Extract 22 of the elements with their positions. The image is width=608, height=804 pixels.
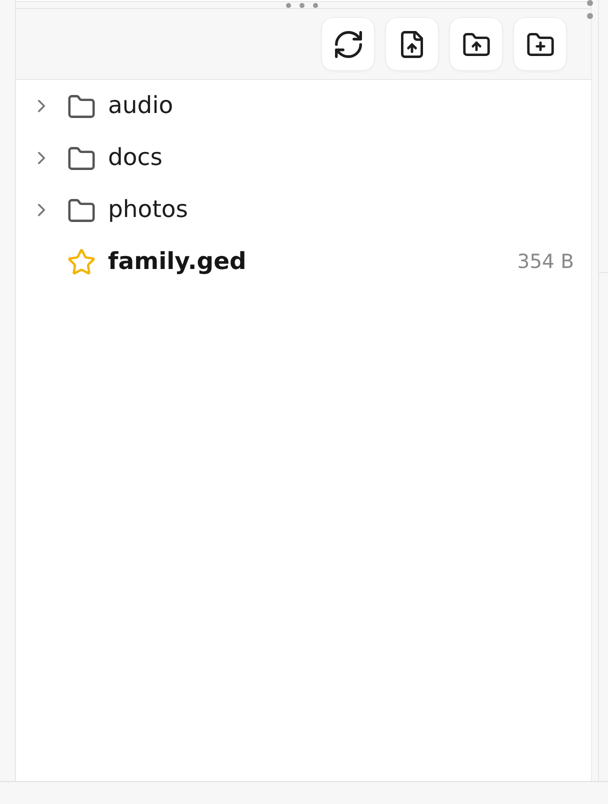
refresh-button[interactable] [321,17,375,71]
folder-plus-icon [526,32,554,56]
file-size: 354 B [517,249,574,276]
folder-name[interactable]: docs [108,140,162,176]
upload-file-button[interactable] [385,17,439,71]
folder-upload-icon [462,32,490,56]
folder-icon [68,198,95,222]
folder-icon [68,94,95,118]
folder-name[interactable]: audio [108,88,174,124]
folder-icon [68,146,95,170]
new-folder-button[interactable] [513,17,567,71]
file-upload-icon [401,30,423,58]
file-name[interactable]: family.ged [108,244,246,280]
chevron-right-icon[interactable] [37,151,46,165]
upload-folder-button[interactable] [449,17,503,71]
refresh-icon [334,30,362,58]
chevron-right-icon[interactable] [37,203,46,217]
star-icon [68,249,95,275]
chevron-right-icon[interactable] [37,99,46,113]
grip-icon[interactable] [587,0,593,19]
folder-name[interactable]: photos [108,192,188,228]
drag-handle-icon[interactable] [286,2,318,8]
